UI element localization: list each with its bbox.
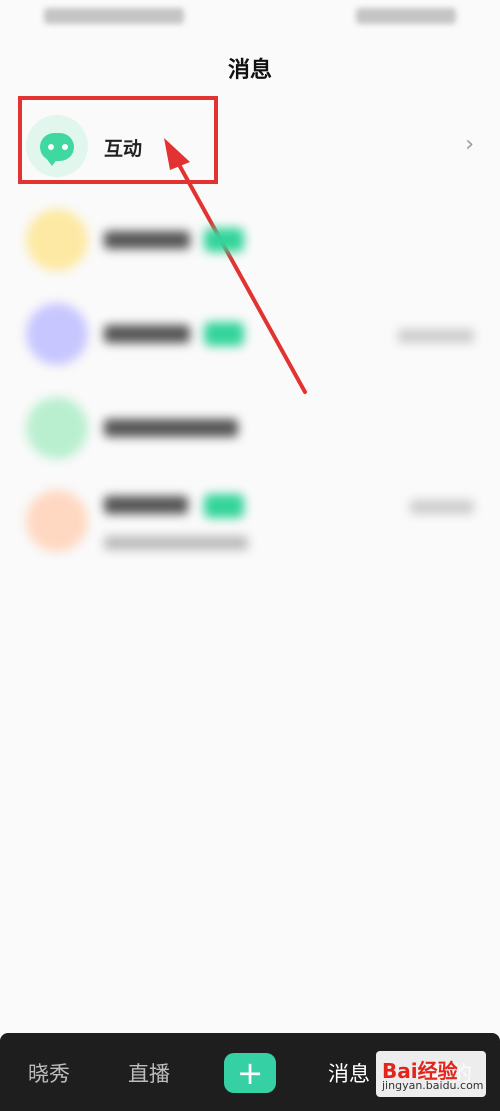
watermark: Bai经验 jingyan.baidu.com: [376, 1051, 486, 1097]
status-badge: [204, 322, 244, 346]
nav-live[interactable]: 直播: [128, 1058, 170, 1088]
status-badge: [204, 494, 244, 518]
list-item[interactable]: [0, 392, 500, 464]
add-button[interactable]: +: [224, 1053, 276, 1093]
nav-home[interactable]: 晓秀: [28, 1058, 70, 1088]
list-item[interactable]: [0, 478, 500, 564]
list-item[interactable]: [0, 298, 500, 370]
avatar: [26, 303, 88, 365]
status-badge: [204, 228, 244, 252]
nav-messages[interactable]: 消息: [328, 1058, 370, 1088]
list-item[interactable]: [0, 204, 500, 276]
plus-icon: +: [236, 1054, 264, 1092]
watermark-url: jingyan.baidu.com: [382, 1079, 484, 1092]
avatar: [26, 209, 88, 271]
avatar: [26, 490, 88, 552]
avatar: [26, 397, 88, 459]
